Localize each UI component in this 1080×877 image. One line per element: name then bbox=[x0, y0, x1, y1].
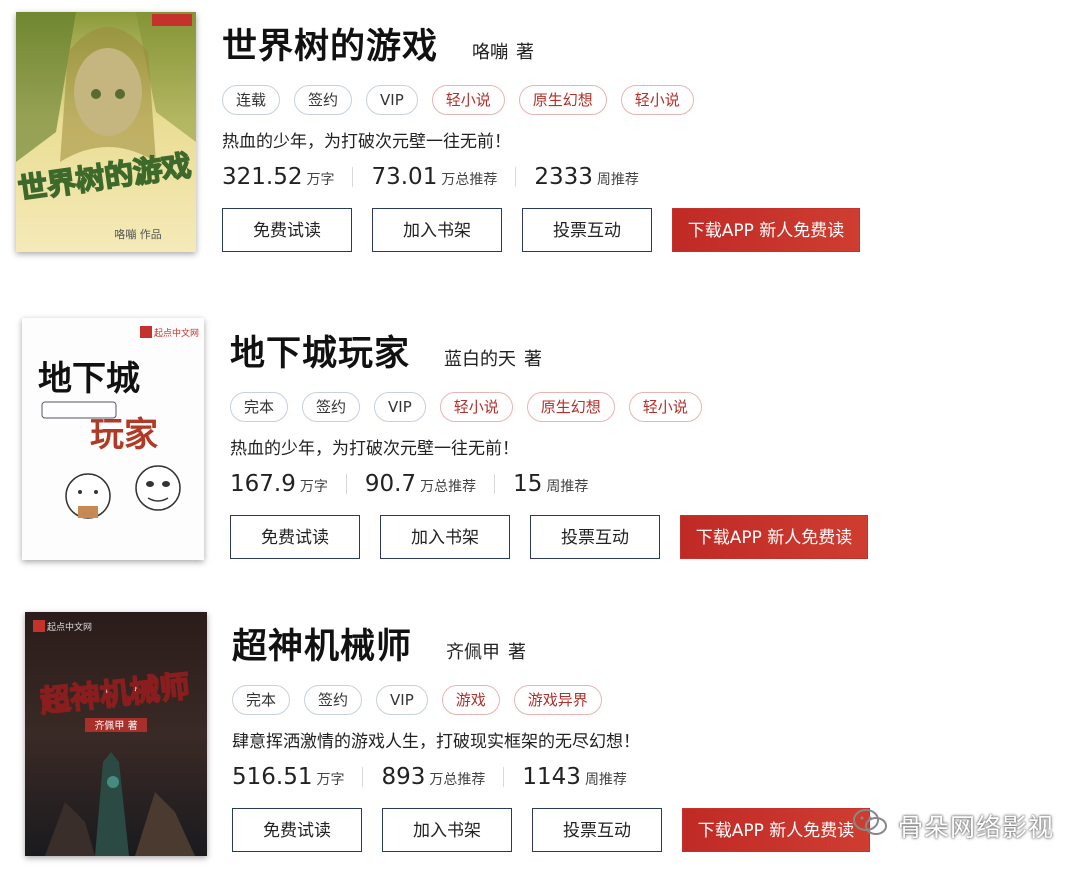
wechat-icon bbox=[852, 808, 888, 844]
book-author[interactable]: 蓝白的天著 bbox=[444, 345, 542, 371]
total-recommend-unit: 万总推荐 bbox=[429, 772, 486, 788]
cover-title-text: 玩家 bbox=[90, 415, 158, 455]
tag[interactable]: 游戏异界 bbox=[513, 685, 602, 715]
word-count: 321.52 bbox=[222, 164, 303, 190]
divider bbox=[503, 767, 505, 787]
book-intro: 热血的少年，为打破次元壁一往无前！ bbox=[222, 132, 511, 152]
tag[interactable]: 轻小说 bbox=[439, 392, 513, 422]
tag[interactable]: 签约 bbox=[294, 85, 353, 115]
tag[interactable]: 原生幻想 bbox=[518, 85, 607, 115]
total-recommend-unit: 万总推荐 bbox=[420, 479, 477, 495]
divider bbox=[362, 767, 364, 787]
cover-author-text: 齐佩甲 著 bbox=[94, 719, 137, 732]
free-trial-button[interactable]: 免费试读 bbox=[232, 808, 362, 852]
total-recommend: 90.7 bbox=[364, 471, 417, 497]
download-app-button[interactable]: 下载APP 新人免费读 bbox=[680, 515, 868, 559]
weekly-recommend: 1143 bbox=[522, 764, 581, 790]
add-to-shelf-button[interactable]: 加入书架 bbox=[372, 208, 502, 252]
download-app-button[interactable]: 下载APP 新人免费读 bbox=[672, 208, 860, 252]
divider bbox=[515, 167, 517, 187]
free-trial-button[interactable]: 免费试读 bbox=[230, 515, 360, 559]
cover-logo-text: 起点中文网 bbox=[47, 621, 92, 633]
weekly-recommend-unit: 周推荐 bbox=[596, 172, 639, 188]
vote-button[interactable]: 投票互动 bbox=[532, 808, 662, 852]
vote-button[interactable]: 投票互动 bbox=[530, 515, 660, 559]
tag[interactable]: VIP bbox=[376, 685, 428, 715]
add-to-shelf-button[interactable]: 加入书架 bbox=[380, 515, 510, 559]
word-count-unit: 万字 bbox=[316, 772, 345, 788]
book-cover[interactable]: 世界树的游戏 咯嘣 作品 bbox=[16, 12, 196, 252]
weekly-recommend: 15 bbox=[513, 471, 543, 497]
book-title[interactable]: 世界树的游戏 bbox=[222, 18, 438, 69]
tag[interactable]: 连载 bbox=[222, 85, 281, 115]
book-title[interactable]: 超神机械师 bbox=[232, 618, 412, 669]
tag[interactable]: 完本 bbox=[230, 392, 289, 422]
cover-logo-text: 起点中文网 bbox=[154, 327, 199, 339]
free-trial-button[interactable]: 免费试读 bbox=[222, 208, 352, 252]
add-to-shelf-button[interactable]: 加入书架 bbox=[382, 808, 512, 852]
cover-title-text: 地下城 bbox=[38, 359, 140, 399]
tag[interactable]: VIP bbox=[374, 392, 426, 422]
tag[interactable]: 轻小说 bbox=[628, 392, 702, 422]
book-stats: 167.9 万字 90.7 万总推荐 15 周推荐 bbox=[230, 471, 868, 497]
total-recommend: 893 bbox=[381, 764, 426, 790]
watermark: 骨朵网络影视 bbox=[852, 808, 1054, 844]
download-app-button[interactable]: 下载APP 新人免费读 bbox=[682, 808, 870, 852]
book-cover[interactable]: 起点中文网 超神机械师 齐佩甲 著 bbox=[25, 612, 207, 856]
book-author[interactable]: 齐佩甲著 bbox=[446, 638, 526, 664]
word-count-unit: 万字 bbox=[306, 172, 335, 188]
tag[interactable]: 原生幻想 bbox=[526, 392, 615, 422]
tag[interactable]: 游戏 bbox=[441, 685, 500, 715]
tag[interactable]: VIP bbox=[366, 85, 418, 115]
tag[interactable]: 签约 bbox=[304, 685, 363, 715]
book-intro: 热血的少年，为打破次元壁一往无前！ bbox=[230, 439, 519, 459]
tag-list: 连载 签约 VIP 轻小说 原生幻想 轻小说 bbox=[222, 85, 860, 115]
tag-list: 完本 签约 VIP 轻小说 原生幻想 轻小说 bbox=[230, 392, 868, 422]
tag[interactable]: 签约 bbox=[302, 392, 361, 422]
tag[interactable]: 完本 bbox=[232, 685, 291, 715]
weekly-recommend-unit: 周推荐 bbox=[546, 479, 589, 495]
book-intro: 肆意挥洒激情的游戏人生，打破现实框架的无尽幻想！ bbox=[232, 732, 640, 752]
word-count: 167.9 bbox=[230, 471, 296, 497]
book-stats: 516.51 万字 893 万总推荐 1143 周推荐 bbox=[232, 764, 870, 790]
tag-list: 完本 签约 VIP 游戏 游戏异界 bbox=[232, 685, 870, 715]
total-recommend: 73.01 bbox=[371, 164, 438, 190]
total-recommend-unit: 万总推荐 bbox=[441, 172, 498, 188]
divider bbox=[345, 474, 347, 494]
book-author[interactable]: 咯嘣著 bbox=[472, 38, 534, 64]
vote-button[interactable]: 投票互动 bbox=[522, 208, 652, 252]
weekly-recommend: 2333 bbox=[534, 164, 593, 190]
word-count: 516.51 bbox=[232, 764, 313, 790]
book-title[interactable]: 地下城玩家 bbox=[230, 325, 410, 376]
divider bbox=[352, 167, 354, 187]
divider bbox=[494, 474, 496, 494]
tag[interactable]: 轻小说 bbox=[431, 85, 505, 115]
watermark-text: 骨朵网络影视 bbox=[897, 813, 1054, 842]
book-stats: 321.52 万字 73.01 万总推荐 2333 周推荐 bbox=[222, 164, 860, 190]
tag[interactable]: 轻小说 bbox=[620, 85, 694, 115]
cover-author-text: 咯嘣 作品 bbox=[114, 227, 162, 241]
weekly-recommend-unit: 周推荐 bbox=[584, 772, 627, 788]
book-cover[interactable]: 起点中文网 地下城 玩家 bbox=[22, 318, 204, 560]
word-count-unit: 万字 bbox=[299, 479, 328, 495]
